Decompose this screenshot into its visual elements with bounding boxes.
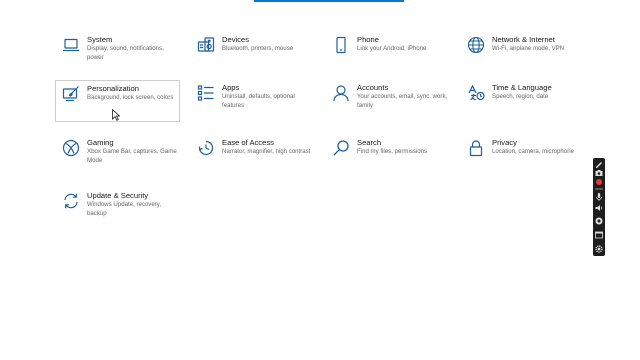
tile-description: Display, sound, notifications, power — [87, 45, 164, 61]
search-icon — [332, 139, 350, 157]
tile-description: Narrator, magnifier, high contrast — [222, 148, 311, 155]
tile-title: Network & Internet — [492, 35, 555, 44]
tile-title: Ease of Access — [222, 138, 274, 147]
keyboard-speaker-icon — [197, 36, 215, 54]
globe-icon — [467, 36, 485, 54]
tile-devices[interactable]: Devices Bluetooth, printers, mouse — [191, 32, 317, 76]
webcam-icon[interactable] — [593, 216, 605, 226]
tile-search[interactable]: Search Find my files, permissions — [326, 135, 452, 179]
tile-description: Uninstall, defaults, optional features — [222, 93, 295, 109]
paintbrush-icon — [62, 85, 80, 103]
window-icon[interactable] — [593, 230, 605, 240]
tile-description: Link your Android, iPhone — [357, 45, 427, 52]
phone-icon — [332, 36, 350, 54]
tile-description: Background, lock screen, colors — [87, 94, 174, 101]
tile-title: Apps — [222, 83, 240, 92]
tile-title: Update & Security — [87, 191, 149, 200]
tile-title: Accounts — [357, 83, 389, 92]
tile-title: Gaming — [87, 138, 114, 147]
laptop-icon — [62, 36, 80, 54]
tile-title: Personalization — [87, 84, 139, 93]
tile-description: Bluetooth, printers, mouse — [222, 45, 294, 52]
tile-system[interactable]: System Display, sound, notifications, po… — [56, 32, 182, 76]
record-time-label: 00:00 — [595, 187, 603, 191]
tile-apps[interactable]: Apps Uninstall, defaults, optional featu… — [191, 80, 317, 124]
speaker-icon[interactable] — [593, 203, 605, 213]
mouse-cursor-icon — [112, 108, 121, 121]
tile-accounts[interactable]: Accounts Your accounts, email, sync, wor… — [326, 80, 452, 124]
tile-privacy[interactable]: Privacy Location, camera, microphone — [461, 135, 587, 179]
tile-ease-of-access[interactable]: Ease of Access Narrator, magnifier, high… — [191, 135, 317, 179]
tile-title: Search — [357, 138, 382, 147]
xbox-icon — [62, 139, 80, 157]
sync-icon — [62, 192, 80, 210]
tile-phone[interactable]: Phone Link your Android, iPhone — [326, 32, 452, 76]
tile-network-internet[interactable]: Network & Internet Wi-Fi, airplane mode,… — [461, 32, 587, 76]
tile-title: Devices — [222, 35, 250, 44]
tile-title: Privacy — [492, 138, 517, 147]
tile-description: Wi-Fi, airplane mode, VPN — [492, 45, 565, 52]
tile-description: Speech, region, date — [492, 93, 549, 100]
person-icon — [332, 84, 350, 102]
tile-title: System — [87, 35, 113, 44]
microphone-icon[interactable] — [593, 192, 605, 202]
tile-description: Find my files, permissions — [357, 148, 428, 155]
time-language-icon — [467, 84, 485, 102]
settings-grid: System Display, sound, notifications, po… — [0, 0, 640, 360]
gear-icon[interactable] — [593, 244, 605, 254]
tile-description: Your accounts, email, sync, work, family — [357, 93, 448, 109]
ease-of-access-icon — [197, 139, 215, 157]
tile-description: Xbox Game Bar, captures, Game Mode — [87, 148, 177, 164]
recorder-toolbar: 00:00 — [593, 158, 605, 256]
tile-title: Phone — [357, 35, 379, 44]
tile-title: Time & Language — [492, 83, 552, 92]
lock-icon — [467, 139, 485, 157]
tile-description: Location, camera, microphone — [492, 148, 574, 155]
tile-gaming[interactable]: Gaming Xbox Game Bar, captures, Game Mod… — [56, 135, 182, 179]
tile-time-language[interactable]: Time & Language Speech, region, date — [461, 80, 587, 124]
record-icon[interactable] — [593, 177, 605, 187]
tile-update-security[interactable]: Update & Security Windows Update, recove… — [56, 188, 182, 232]
apps-list-icon — [197, 84, 215, 102]
tile-description: Windows Update, recovery, backup — [87, 201, 162, 217]
